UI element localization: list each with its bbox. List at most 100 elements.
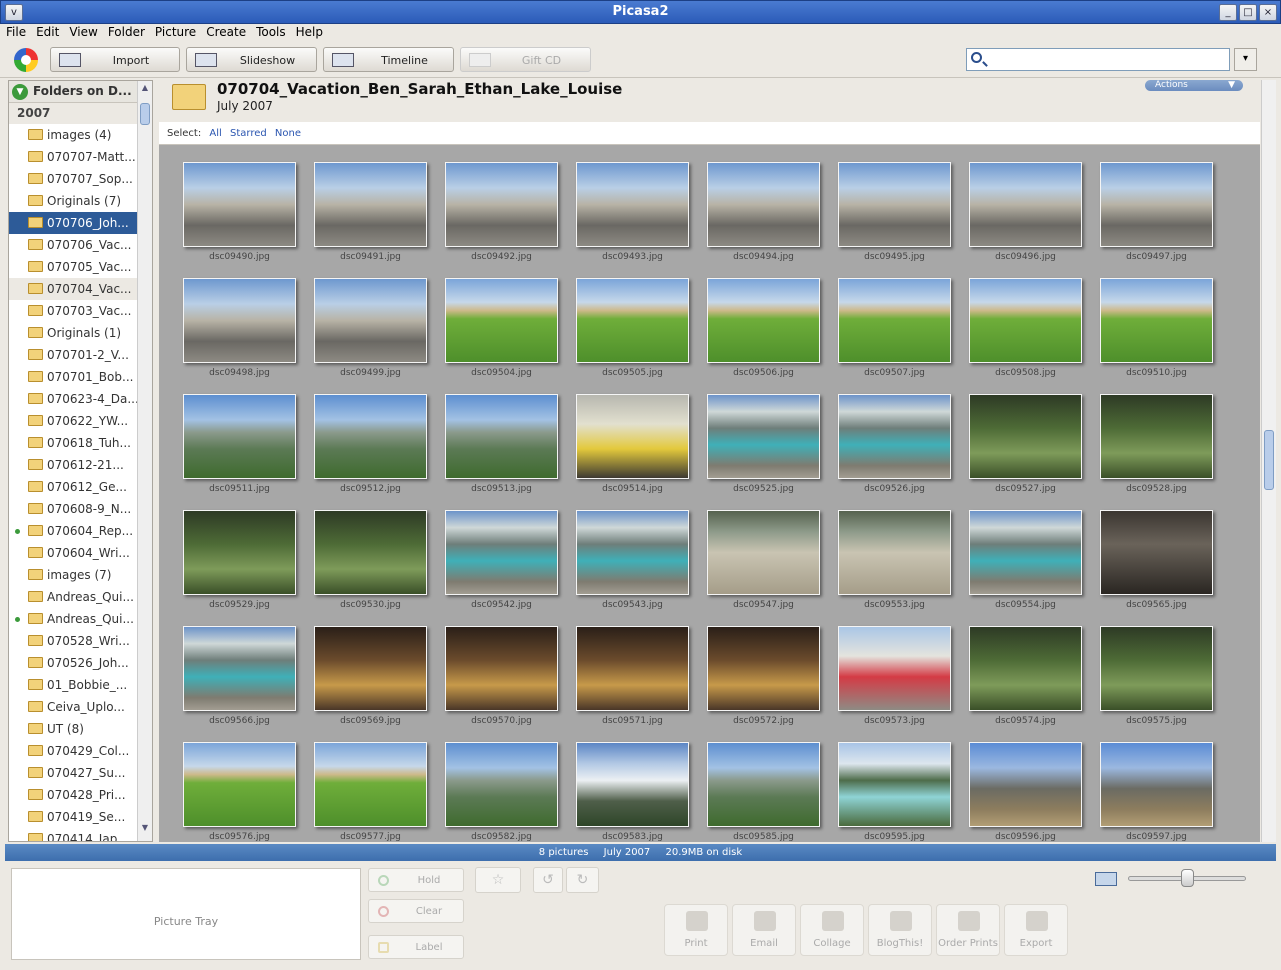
- folder-item[interactable]: 070604_Rep...: [9, 520, 137, 542]
- menu-help[interactable]: Help: [290, 24, 327, 39]
- photo-thumbnail[interactable]: dsc09493.jpg: [576, 162, 689, 272]
- folder-item[interactable]: Originals (1): [9, 322, 137, 344]
- blogthis-button[interactable]: BlogThis!: [868, 904, 932, 956]
- photo-thumbnail[interactable]: dsc09498.jpg: [183, 278, 296, 388]
- photo-image[interactable]: [969, 510, 1082, 595]
- folder-item[interactable]: 070707_Sop...: [9, 168, 137, 190]
- folder-item[interactable]: images (4): [9, 124, 137, 146]
- photo-image[interactable]: [183, 278, 296, 363]
- photo-image[interactable]: [1100, 162, 1213, 247]
- photo-thumbnail[interactable]: dsc09513.jpg: [445, 394, 558, 504]
- photo-image[interactable]: [576, 510, 689, 595]
- photo-image[interactable]: [1100, 626, 1213, 711]
- scroll-down-icon[interactable]: ▼: [139, 823, 151, 837]
- photo-image[interactable]: [445, 394, 558, 479]
- rotate-right-button[interactable]: ↻: [566, 867, 599, 893]
- folder-item[interactable]: 070701_Bob...: [9, 366, 137, 388]
- photo-thumbnail[interactable]: dsc09506.jpg: [707, 278, 820, 388]
- close-button[interactable]: ×: [1259, 4, 1277, 21]
- import-button[interactable]: Import: [50, 47, 180, 72]
- photo-image[interactable]: [576, 626, 689, 711]
- scroll-thumb[interactable]: [140, 103, 150, 125]
- photo-thumbnail[interactable]: dsc09576.jpg: [183, 742, 296, 842]
- photo-image[interactable]: [445, 626, 558, 711]
- folder-scrollbar[interactable]: ▲ ▼: [137, 81, 152, 841]
- search-options-dropdown[interactable]: ▾: [1234, 48, 1257, 71]
- photo-thumbnail[interactable]: dsc09585.jpg: [707, 742, 820, 842]
- folder-item[interactable]: 070612-21...: [9, 454, 137, 476]
- photo-image[interactable]: [707, 162, 820, 247]
- photo-image[interactable]: [314, 394, 427, 479]
- photo-image[interactable]: [707, 626, 820, 711]
- photo-thumbnail[interactable]: dsc09527.jpg: [969, 394, 1082, 504]
- photo-image[interactable]: [1100, 510, 1213, 595]
- photo-thumbnail[interactable]: dsc09526.jpg: [838, 394, 951, 504]
- photo-thumbnail[interactable]: dsc09574.jpg: [969, 626, 1082, 736]
- collage-button[interactable]: Collage: [800, 904, 864, 956]
- timeline-button[interactable]: Timeline: [323, 47, 454, 72]
- photo-thumbnail[interactable]: dsc09575.jpg: [1100, 626, 1213, 736]
- scroll-up-icon[interactable]: ▲: [139, 83, 151, 97]
- menu-create[interactable]: Create: [200, 24, 250, 39]
- folder-item[interactable]: 070705_Vac...: [9, 256, 137, 278]
- photo-thumbnail[interactable]: dsc09511.jpg: [183, 394, 296, 504]
- photo-image[interactable]: [707, 742, 820, 827]
- folder-item[interactable]: Originals (7): [9, 190, 137, 212]
- photo-thumbnail[interactable]: dsc09554.jpg: [969, 510, 1082, 620]
- email-button[interactable]: Email: [732, 904, 796, 956]
- star-button[interactable]: ☆: [475, 867, 521, 893]
- photo-image[interactable]: [183, 626, 296, 711]
- photo-thumbnail[interactable]: dsc09547.jpg: [707, 510, 820, 620]
- photo-thumbnail[interactable]: dsc09572.jpg: [707, 626, 820, 736]
- menu-view[interactable]: View: [63, 24, 101, 39]
- folder-item[interactable]: 070427_Su...: [9, 762, 137, 784]
- export-button[interactable]: Export: [1004, 904, 1068, 956]
- photo-thumbnail[interactable]: dsc09583.jpg: [576, 742, 689, 842]
- photo-image[interactable]: [1100, 394, 1213, 479]
- photo-image[interactable]: [576, 394, 689, 479]
- photo-image[interactable]: [838, 394, 951, 479]
- photo-thumbnail[interactable]: dsc09507.jpg: [838, 278, 951, 388]
- print-button[interactable]: Print: [664, 904, 728, 956]
- photo-image[interactable]: [969, 162, 1082, 247]
- photo-image[interactable]: [707, 510, 820, 595]
- photo-image[interactable]: [838, 278, 951, 363]
- folder-item[interactable]: 070612_Ge...: [9, 476, 137, 498]
- folder-item[interactable]: 070428_Pri...: [9, 784, 137, 806]
- photo-image[interactable]: [445, 162, 558, 247]
- folder-item[interactable]: 070419_Se...: [9, 806, 137, 828]
- picture-tray[interactable]: Picture Tray: [11, 868, 361, 960]
- photo-image[interactable]: [838, 162, 951, 247]
- photo-image[interactable]: [183, 162, 296, 247]
- photo-thumbnail[interactable]: dsc09494.jpg: [707, 162, 820, 272]
- folder-item[interactable]: 070618_Tuh...: [9, 432, 137, 454]
- folder-item[interactable]: 070604_Wri...: [9, 542, 137, 564]
- select-all-link[interactable]: All: [209, 128, 221, 139]
- photo-image[interactable]: [314, 742, 427, 827]
- folder-item[interactable]: 070622_YW...: [9, 410, 137, 432]
- photo-thumbnail[interactable]: dsc09596.jpg: [969, 742, 1082, 842]
- photo-thumbnail[interactable]: dsc09542.jpg: [445, 510, 558, 620]
- gift-cd-button[interactable]: Gift CD: [460, 47, 591, 72]
- photo-image[interactable]: [445, 742, 558, 827]
- photo-thumbnail[interactable]: dsc09571.jpg: [576, 626, 689, 736]
- photo-image[interactable]: [183, 510, 296, 595]
- photo-thumbnail[interactable]: dsc09510.jpg: [1100, 278, 1213, 388]
- photo-image[interactable]: [576, 742, 689, 827]
- photo-thumbnail[interactable]: dsc09495.jpg: [838, 162, 951, 272]
- photo-thumbnail[interactable]: dsc09597.jpg: [1100, 742, 1213, 842]
- folder-item[interactable]: Andreas_Qui...: [9, 608, 137, 630]
- photo-image[interactable]: [707, 394, 820, 479]
- photo-image[interactable]: [183, 742, 296, 827]
- photo-thumbnail[interactable]: dsc09543.jpg: [576, 510, 689, 620]
- hold-button[interactable]: Hold: [368, 868, 464, 892]
- folder-item[interactable]: UT (8): [9, 718, 137, 740]
- photo-image[interactable]: [969, 278, 1082, 363]
- picasa-logo[interactable]: [14, 48, 38, 72]
- folder-item[interactable]: 070703_Vac...: [9, 300, 137, 322]
- photo-image[interactable]: [838, 626, 951, 711]
- menu-file[interactable]: File: [0, 24, 30, 39]
- photo-image[interactable]: [1100, 742, 1213, 827]
- photo-thumbnail[interactable]: dsc09499.jpg: [314, 278, 427, 388]
- menu-picture[interactable]: Picture: [149, 24, 200, 39]
